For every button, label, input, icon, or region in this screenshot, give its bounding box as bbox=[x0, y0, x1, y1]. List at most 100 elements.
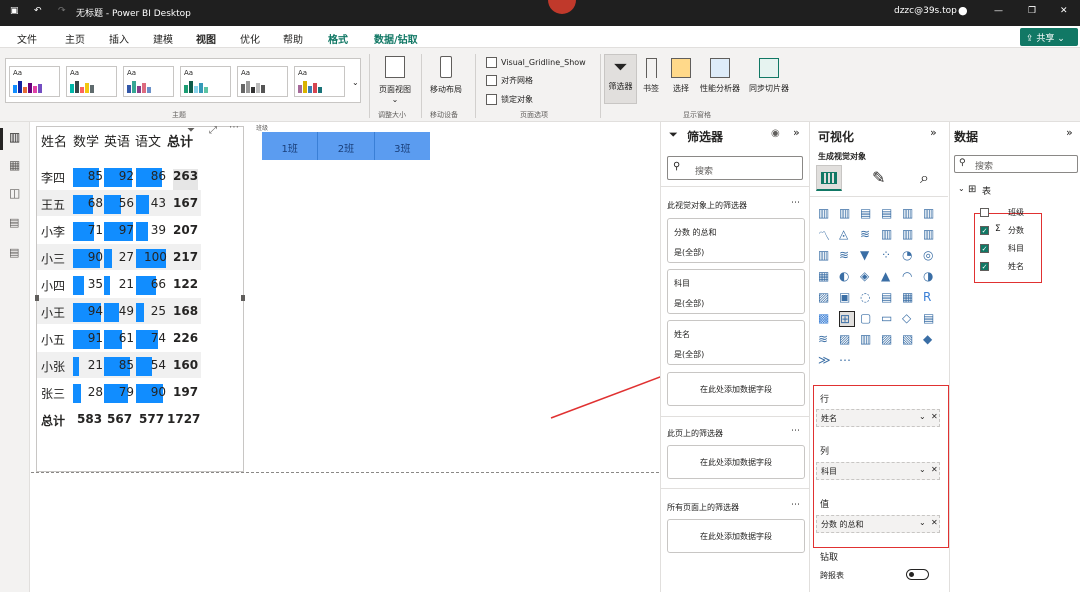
field-item[interactable]: ✓ Σ 分数 bbox=[980, 224, 1070, 238]
add-field-dropzone[interactable]: 在此处添加数据字段 bbox=[667, 372, 805, 406]
row-total[interactable]: 160 bbox=[173, 358, 198, 384]
page-view-button[interactable]: 页面视图 ⌄ bbox=[375, 56, 415, 104]
data-cell[interactable]: 28 bbox=[81, 385, 103, 411]
field-checkbox[interactable]: ✓ bbox=[980, 244, 989, 253]
table-icon[interactable]: ▦ bbox=[902, 290, 918, 306]
field-checkbox[interactable] bbox=[980, 208, 989, 217]
clustered-bar-icon[interactable]: ▤ bbox=[860, 206, 876, 222]
trophy-icon[interactable]: ▨ bbox=[839, 332, 855, 348]
remove-icon[interactable]: ✕ bbox=[931, 518, 938, 527]
area-chart-icon[interactable]: ◬ bbox=[839, 227, 855, 243]
theme-thumb[interactable]: Aa bbox=[123, 66, 174, 97]
scatter-icon[interactable]: ⁘ bbox=[881, 248, 897, 264]
add-field-dropzone[interactable]: 在此处添加数据字段 bbox=[667, 445, 805, 479]
data-cell[interactable]: 85 bbox=[112, 358, 134, 384]
analytics-icon[interactable]: ⌕ bbox=[920, 168, 929, 188]
undo-icon[interactable]: ↶ bbox=[34, 6, 42, 16]
remove-icon[interactable]: ✕ bbox=[931, 412, 938, 421]
collapse-icon[interactable]: » bbox=[793, 126, 800, 139]
field-item[interactable]: 班级 bbox=[980, 206, 1070, 220]
report-view-icon[interactable]: ▥ bbox=[9, 130, 20, 144]
share-button[interactable]: ⇪ 共享 ⌄ bbox=[1020, 28, 1078, 46]
column-header[interactable]: 总计 bbox=[167, 131, 193, 150]
map-icon[interactable]: ◐ bbox=[839, 269, 855, 285]
save-icon[interactable]: ▣ bbox=[10, 6, 19, 16]
stacked-column-icon[interactable]: ▥ bbox=[839, 206, 855, 222]
card-icon[interactable]: ▨ bbox=[818, 290, 834, 306]
snap-grid-checkbox[interactable]: 对齐网格 bbox=[486, 75, 533, 86]
slicer-icon[interactable]: ▤ bbox=[881, 290, 897, 306]
column-header[interactable]: 姓名 bbox=[41, 131, 67, 150]
data-cell[interactable]: 43 bbox=[144, 196, 166, 222]
field-item[interactable]: ✓ 姓名 bbox=[980, 260, 1070, 274]
table-view-icon[interactable]: ▦ bbox=[9, 158, 20, 172]
chevron-down-icon[interactable]: ⌄ bbox=[958, 184, 965, 193]
row-total[interactable]: 197 bbox=[173, 385, 198, 411]
clustered-column-icon[interactable]: ▤ bbox=[881, 206, 897, 222]
menu-optimize[interactable]: 优化 bbox=[240, 31, 260, 46]
selection-pane-button[interactable]: 选择 bbox=[668, 54, 694, 94]
menu-format[interactable]: 格式 bbox=[328, 31, 348, 46]
line-column-icon[interactable]: ▥ bbox=[881, 227, 897, 243]
add-field-dropzone[interactable]: 在此处添加数据字段 bbox=[667, 519, 805, 553]
minimize-icon[interactable]: — bbox=[994, 6, 1003, 16]
field-checkbox[interactable]: ✓ bbox=[980, 262, 989, 271]
100-bar-icon[interactable]: ▥ bbox=[902, 206, 918, 222]
avatar-icon[interactable]: ● bbox=[958, 4, 968, 17]
python-visual-icon[interactable]: ▩ bbox=[818, 311, 834, 327]
data-cell[interactable]: 25 bbox=[144, 304, 166, 330]
powerapps-icon[interactable]: ▨ bbox=[881, 332, 897, 348]
matrix-icon[interactable]: ⊞ bbox=[839, 311, 855, 327]
menu-data-drill[interactable]: 数据/钻取 bbox=[374, 31, 418, 46]
filter-card[interactable]: 科目 是(全部) bbox=[667, 269, 805, 314]
kpi-icon[interactable]: ◑ bbox=[923, 269, 939, 285]
theme-thumb[interactable]: Aa bbox=[180, 66, 231, 97]
restore-icon[interactable]: ❐ bbox=[1028, 6, 1036, 16]
values-well[interactable]: 分数 的总和 ⌄ ✕ bbox=[816, 515, 940, 533]
ribbon-chart-icon[interactable]: ▥ bbox=[923, 227, 939, 243]
r-visual-icon[interactable]: R bbox=[923, 290, 939, 306]
eye-icon[interactable]: ◉ bbox=[771, 128, 780, 139]
more-options-icon[interactable]: ⋯ bbox=[791, 198, 800, 208]
redo-icon[interactable]: ↷ bbox=[58, 6, 66, 16]
power-automate-icon[interactable]: ≫ bbox=[818, 353, 834, 369]
narrative-icon[interactable]: ▤ bbox=[923, 311, 939, 327]
menu-insert[interactable]: 插入 bbox=[109, 31, 129, 46]
chevron-down-icon[interactable]: ⌄ bbox=[919, 412, 926, 421]
focus-mode-icon[interactable]: ⤢ bbox=[209, 125, 217, 136]
theme-thumb[interactable]: Aa bbox=[294, 66, 345, 97]
data-cell[interactable]: 100 bbox=[144, 250, 167, 276]
close-icon[interactable]: ✕ bbox=[1060, 6, 1068, 16]
more-options-icon[interactable]: ⋯ bbox=[791, 500, 800, 510]
line-chart-icon[interactable]: 〽 bbox=[818, 227, 834, 243]
theme-thumb[interactable]: Aa bbox=[66, 66, 117, 97]
waterfall-icon[interactable]: ▥ bbox=[818, 248, 834, 264]
gallery-expand-icon[interactable]: ⌄ bbox=[352, 78, 359, 87]
stacked-bar-icon[interactable]: ▥ bbox=[818, 206, 834, 222]
row-total[interactable]: 168 bbox=[173, 304, 198, 330]
funnel-icon[interactable]: ▼ bbox=[860, 248, 876, 264]
collapse-icon[interactable]: » bbox=[930, 126, 937, 139]
diamond-icon[interactable]: ◆ bbox=[923, 332, 939, 348]
slicer-button[interactable]: 3班 bbox=[374, 132, 430, 160]
rows-well[interactable]: 姓名 ⌄ ✕ bbox=[816, 409, 940, 427]
row-total[interactable]: 217 bbox=[173, 250, 198, 276]
row-total[interactable]: 167 bbox=[173, 196, 198, 222]
100-column-icon[interactable]: ▥ bbox=[923, 206, 939, 222]
table-name[interactable]: 表 bbox=[982, 184, 991, 197]
filter-search-input[interactable]: ⚲ 搜索 bbox=[667, 156, 803, 180]
mobile-layout-button[interactable]: 移动布局 bbox=[426, 56, 466, 95]
collapse-icon[interactable]: » bbox=[1066, 126, 1073, 139]
stacked-area-icon[interactable]: ≋ bbox=[860, 227, 876, 243]
user-account[interactable]: dzzc@39s.top bbox=[894, 6, 957, 16]
slicer-button[interactable]: 2班 bbox=[318, 132, 375, 160]
sync-slicers-button[interactable]: 同步切片器 bbox=[744, 54, 794, 94]
resize-handle[interactable] bbox=[241, 295, 245, 301]
row-header[interactable]: 王五 bbox=[41, 196, 65, 222]
data-cell[interactable]: 90 bbox=[81, 250, 103, 276]
tmdl-view-icon[interactable]: ▤ bbox=[9, 246, 19, 259]
decomp-tree-icon[interactable]: ▭ bbox=[881, 311, 897, 327]
column-header[interactable]: 语文 bbox=[135, 131, 161, 150]
line-clustered-icon[interactable]: ▥ bbox=[902, 227, 918, 243]
filter-card[interactable]: 姓名 是(全部) bbox=[667, 320, 805, 365]
